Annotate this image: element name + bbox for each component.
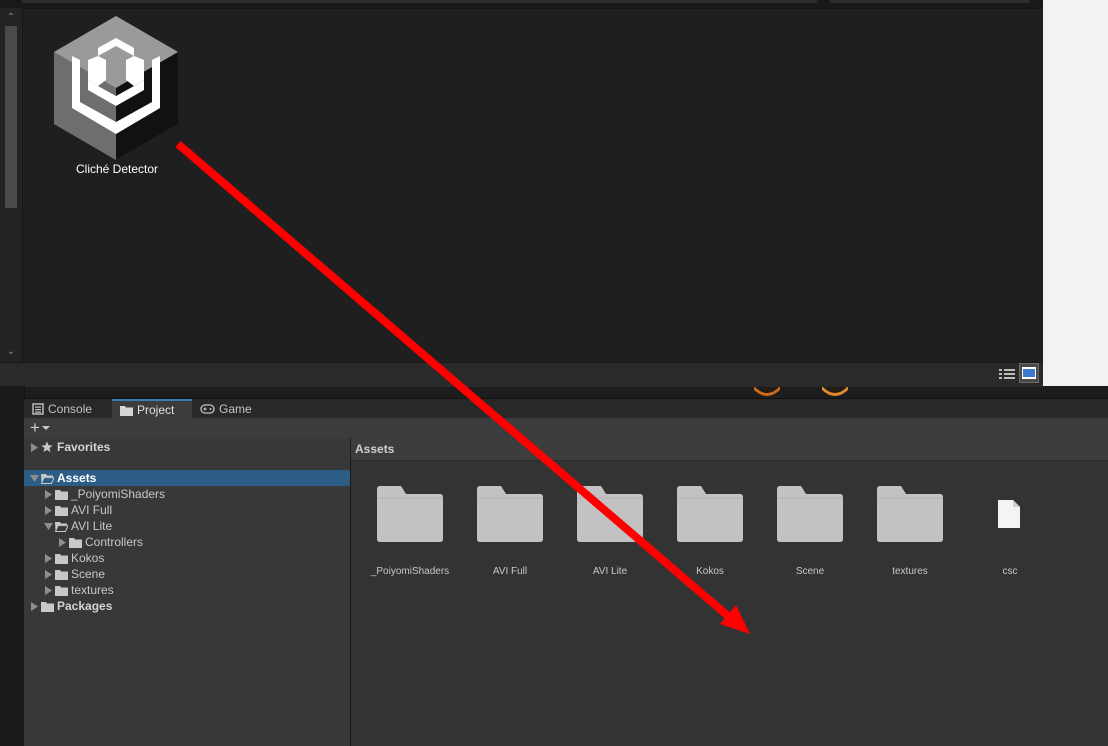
list-view-icon (999, 369, 1015, 379)
tree-item-label: AVI Full (71, 503, 113, 517)
tree-item[interactable]: _PoiyomiShaders (24, 486, 350, 502)
folder-icon (677, 486, 743, 545)
caret-right-icon[interactable] (28, 598, 40, 614)
tree-item-label: Packages (57, 599, 113, 613)
folder-icon (54, 550, 68, 566)
app-icon-label[interactable]: Cliché Detector (50, 162, 184, 176)
folder-icon (777, 486, 843, 545)
icon-view-button[interactable] (1019, 363, 1039, 383)
caret-right-icon[interactable] (42, 550, 54, 566)
tree-item[interactable]: AVI Full (24, 502, 350, 518)
folder-icon (120, 405, 133, 416)
folder-open-icon (40, 470, 54, 486)
tree-item[interactable]: Favorites (24, 439, 350, 455)
tree-item-label: textures (71, 583, 114, 597)
caret-down-icon[interactable] (28, 470, 40, 486)
asset-folder[interactable]: textures (860, 484, 960, 580)
chevron-down-icon (41, 426, 50, 430)
asset-label: Scene (795, 566, 825, 577)
tab-project[interactable]: Project (112, 399, 192, 419)
tree-item-label: Controllers (85, 535, 144, 549)
asset-folder[interactable]: _PoiyomiShaders (360, 484, 460, 580)
tree-item[interactable]: Controllers (24, 534, 350, 550)
tree-item[interactable]: Scene (24, 566, 350, 582)
asset-label: AVI Full (492, 566, 528, 577)
tree-item-label: Favorites (57, 440, 111, 454)
mascot-icon (822, 386, 848, 396)
folder-icon (40, 598, 54, 614)
add-asset-button[interactable]: + (30, 419, 50, 437)
mascot-icon (754, 386, 780, 396)
window-top-strip (0, 0, 1043, 9)
tab-label: Console (48, 402, 93, 416)
scroll-up-icon[interactable]: ⌃ (0, 12, 22, 24)
editor-tab-bar: Console Project Game (24, 398, 1108, 419)
asset-label: AVI Lite (592, 566, 628, 577)
asset-folder[interactable]: AVI Lite (560, 484, 660, 580)
folder-icon (477, 486, 543, 545)
grid-breadcrumb: Assets (351, 438, 1108, 461)
folder-icon (877, 486, 943, 545)
scrollbar-thumb[interactable] (5, 26, 17, 208)
vertical-scrollbar[interactable]: ⌃ ⌄ (0, 8, 23, 362)
asset-file[interactable]: csc (960, 484, 1060, 580)
asset-label: textures (892, 566, 928, 577)
asset-label: _PoiyomiShaders (370, 566, 450, 577)
tree-item-label: Assets (57, 471, 97, 485)
project-toolbar: + (24, 418, 1108, 439)
background-strip (22, 386, 1108, 398)
gamepad-icon (200, 404, 215, 414)
tree-item[interactable]: Assets (24, 470, 350, 486)
caret-down-icon[interactable] (42, 518, 54, 534)
caret-right-icon[interactable] (42, 582, 54, 598)
tree-item[interactable]: textures (24, 582, 350, 598)
folder-open-icon (54, 518, 68, 534)
caret-right-icon[interactable] (42, 566, 54, 582)
file-icon (998, 500, 1020, 531)
tree-item[interactable]: Kokos (24, 550, 350, 566)
background-window (1043, 0, 1108, 398)
tree-item-label: Kokos (71, 551, 105, 565)
folder-icon (577, 486, 643, 545)
tree-item-label: AVI Lite (71, 519, 113, 533)
scroll-down-icon[interactable]: ⌄ (0, 346, 22, 358)
tree-item[interactable]: AVI Lite (24, 518, 350, 534)
unity-app-icon[interactable] (52, 16, 180, 160)
caret-right-icon[interactable] (56, 534, 68, 550)
tree-item[interactable]: Packages (24, 598, 350, 614)
folder-icon (68, 534, 82, 550)
plus-icon: + (30, 418, 40, 437)
folder-icon (54, 582, 68, 598)
tab-label: Project (137, 403, 175, 417)
asset-folder[interactable]: Kokos (660, 484, 760, 580)
console-icon (32, 403, 44, 415)
caret-right-icon[interactable] (42, 502, 54, 518)
list-view-button[interactable] (997, 365, 1017, 383)
tree-item-label: Scene (71, 567, 106, 581)
star-icon (40, 439, 54, 455)
tab-game[interactable]: Game (192, 399, 262, 419)
icon-view-icon (1022, 367, 1036, 379)
folder-icon (54, 486, 68, 502)
folder-icon (54, 502, 68, 518)
tab-label: Game (219, 402, 252, 416)
asset-folder[interactable]: Scene (760, 484, 860, 580)
tree-item-label: _PoiyomiShaders (71, 487, 166, 501)
editor-left-edge (0, 386, 25, 746)
window-status-bar (0, 362, 1043, 387)
asset-label: Kokos (696, 566, 724, 577)
caret-right-icon[interactable] (42, 486, 54, 502)
breadcrumb-assets[interactable]: Assets (355, 442, 394, 456)
tab-console[interactable]: Console (24, 399, 112, 419)
caret-right-icon[interactable] (28, 439, 40, 455)
folder-icon (54, 566, 68, 582)
folder-icon (377, 486, 443, 545)
asset-label: csc (1002, 566, 1018, 577)
asset-folder[interactable]: AVI Full (460, 484, 560, 580)
